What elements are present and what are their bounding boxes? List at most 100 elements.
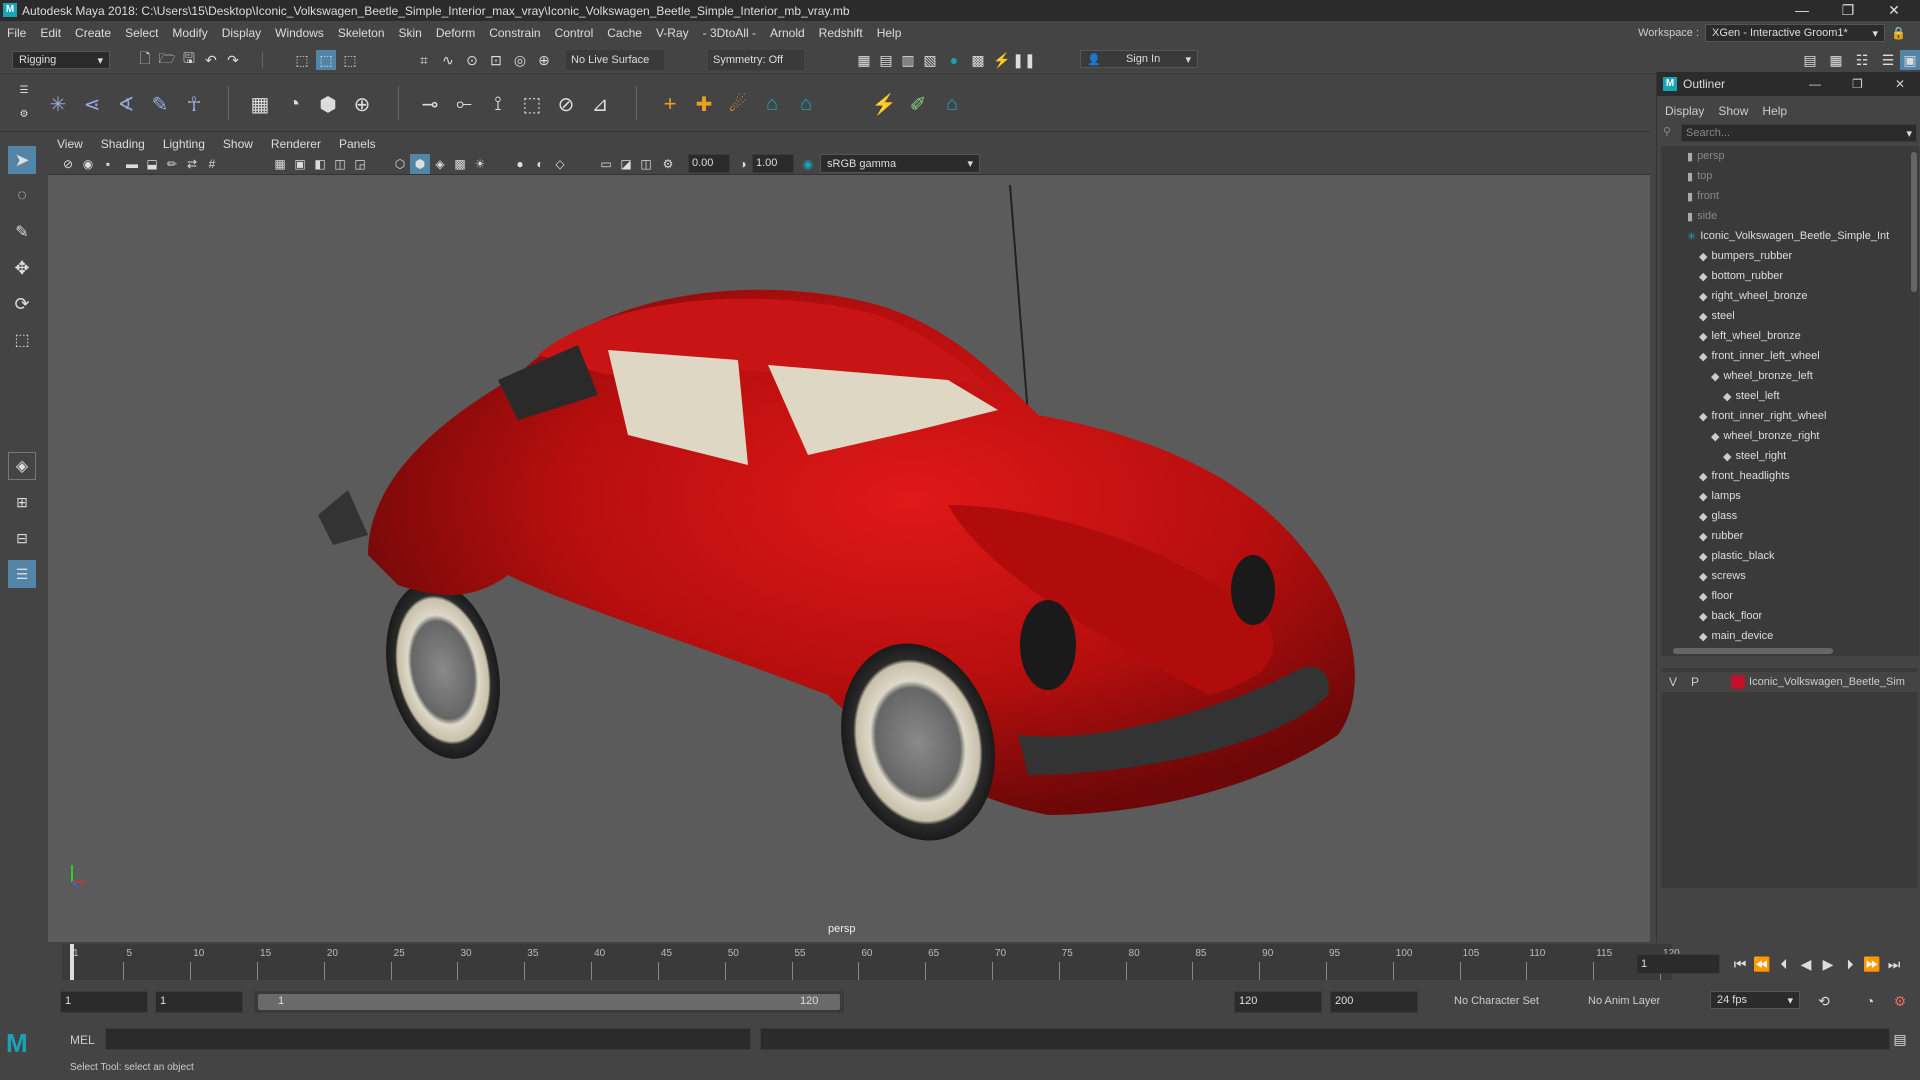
ik-handle-icon[interactable]: ⋖ xyxy=(82,94,102,116)
paint-select-icon[interactable]: ✎ xyxy=(8,218,36,246)
scale-tool-icon[interactable]: ⬚ xyxy=(8,326,36,354)
human-ik-icon[interactable]: ☄ xyxy=(728,94,748,116)
cluster-icon[interactable]: ✚ xyxy=(694,94,714,116)
panel-menu-renderer[interactable]: Renderer xyxy=(262,137,330,151)
color-space-dropdown[interactable]: sRGB gamma ▾ xyxy=(820,154,980,173)
outliner-item[interactable]: ◆ left_wheel_bronze xyxy=(1661,326,1909,346)
snap-view-icon[interactable]: ⊡ xyxy=(486,50,506,70)
outliner-scrollbar[interactable] xyxy=(1909,146,1919,646)
sync-icon[interactable]: ⇄ xyxy=(182,154,202,174)
step-forward-icon[interactable]: ⏩ xyxy=(1862,954,1882,974)
xray-joints-icon[interactable]: ◈ xyxy=(430,154,450,174)
outliner-item[interactable]: ▮ persp xyxy=(1661,146,1909,166)
outliner-item[interactable]: ◆ lamps xyxy=(1661,486,1909,506)
command-input[interactable] xyxy=(105,1028,751,1050)
modeling-toolkit-icon[interactable]: ▤ xyxy=(1800,50,1820,70)
channel-layers-icon[interactable]: ▣ xyxy=(1900,50,1920,70)
shelf-tabs-icon[interactable]: ⚙ xyxy=(14,104,34,124)
menu-select[interactable]: Select xyxy=(118,26,165,40)
loop-icon[interactable]: ⟲ xyxy=(1814,991,1834,1011)
menu-deform[interactable]: Deform xyxy=(429,26,482,40)
motion-blur-icon[interactable]: ◐ xyxy=(530,154,550,174)
panel-menu-shading[interactable]: Shading xyxy=(92,137,154,151)
field-chart-icon[interactable]: ◫ xyxy=(636,154,656,174)
outliner-item[interactable]: ◆ rubber xyxy=(1661,526,1909,546)
sign-in-button[interactable]: 👤 Sign In ▾ xyxy=(1080,50,1198,68)
open-scene-icon[interactable]: 🗁 xyxy=(157,50,177,70)
outliner-item[interactable]: ▮ top xyxy=(1661,166,1909,186)
current-frame-field[interactable]: 1 xyxy=(1636,954,1720,974)
outliner-item[interactable]: ◆ glass xyxy=(1661,506,1909,526)
close-button[interactable]: ✕ xyxy=(1871,0,1917,21)
outliner-h-scrollbar[interactable] xyxy=(1661,646,1919,656)
rotate-tool-icon[interactable]: ⟳ xyxy=(8,290,36,318)
outliner-item[interactable]: ✳ Iconic_Volkswagen_Beetle_Simple_Int xyxy=(1661,226,1909,246)
live-surface-field[interactable]: No Live Surface xyxy=(566,50,664,70)
outliner-item[interactable]: ▮ side xyxy=(1661,206,1909,226)
single-perspective-view-icon[interactable]: ◈ xyxy=(8,452,36,480)
select-camera-icon[interactable]: ⊘ xyxy=(58,154,78,174)
goto-start-icon[interactable]: ⏮ xyxy=(1730,954,1750,974)
smooth-shade-icon[interactable]: ▣ xyxy=(290,154,310,174)
gate-mask-icon[interactable]: ◪ xyxy=(616,154,636,174)
goto-end-icon[interactable]: ⏭ xyxy=(1884,954,1904,974)
render-settings-icon[interactable]: ▧ xyxy=(920,50,940,70)
2d-pan-zoom-icon[interactable]: ⬓ xyxy=(142,154,162,174)
workspace-dropdown[interactable]: XGen - Interactive Groom1* ▾ xyxy=(1705,24,1886,42)
constraint-aim-icon[interactable]: ⊘ xyxy=(556,94,576,116)
save-scene-icon[interactable]: 🖫 xyxy=(179,50,199,70)
move-tool-icon[interactable]: ✥ xyxy=(8,254,36,282)
gamma-field[interactable]: 1.00 xyxy=(752,154,794,173)
image-plane-icon[interactable]: ▬ xyxy=(122,154,142,174)
layer-color-swatch[interactable] xyxy=(1731,675,1746,689)
maximize-button[interactable]: ❐ xyxy=(1825,0,1871,21)
menu-skin[interactable]: Skin xyxy=(392,26,429,40)
auto-key-icon[interactable]: ◔ xyxy=(1860,991,1880,1011)
paint-tool-icon[interactable]: ✐ xyxy=(908,94,928,116)
outliner-item[interactable]: ◆ bumpers_rubber xyxy=(1661,246,1909,266)
resolution-gate-icon[interactable]: ▭ xyxy=(596,154,616,174)
outliner-item[interactable]: ▮ front xyxy=(1661,186,1909,206)
constraint-parent-icon[interactable]: ⊸ xyxy=(420,94,440,116)
outliner-item[interactable]: ◆ main_device xyxy=(1661,626,1909,646)
prev-key-icon[interactable]: ⏴ xyxy=(1774,954,1794,974)
layer-playback-toggle[interactable]: P xyxy=(1691,675,1699,689)
vray-ipr-icon[interactable]: ⚡ xyxy=(992,50,1012,70)
current-time-indicator[interactable] xyxy=(70,944,74,980)
menu-redshift[interactable]: Redshift xyxy=(812,26,870,40)
skin-weights-icon[interactable]: ✎ xyxy=(150,94,170,116)
viewport-canvas[interactable]: persp xyxy=(48,175,1650,942)
menu-help[interactable]: Help xyxy=(870,26,909,40)
outliner-item[interactable]: ◆ steel_left xyxy=(1661,386,1909,406)
grid-toggle-icon[interactable]: # xyxy=(202,154,222,174)
playback-end-field[interactable]: 120 xyxy=(1234,991,1322,1013)
lasso-tool-icon[interactable]: ◌ xyxy=(8,182,36,210)
outliner-layout-icon[interactable]: ☰ xyxy=(8,560,36,588)
pause-ipr-icon[interactable]: ❚❚ xyxy=(1012,50,1035,70)
select-component-icon[interactable]: ⬚ xyxy=(340,50,360,70)
layer-visibility-toggle[interactable]: V xyxy=(1669,675,1677,689)
antialias-icon[interactable]: ◇ xyxy=(550,154,570,174)
outliner-menu-display[interactable]: Display xyxy=(1665,104,1704,118)
character-set-dropdown[interactable]: No Character Set xyxy=(1454,995,1539,1007)
play-forward-icon[interactable]: ▶ xyxy=(1818,954,1838,974)
menu-create[interactable]: Create xyxy=(68,26,118,40)
outliner-item[interactable]: ◆ front_inner_right_wheel xyxy=(1661,406,1909,426)
panel-menu-lighting[interactable]: Lighting xyxy=(154,137,214,151)
gamma-icon[interactable]: ◑ xyxy=(733,154,753,174)
outliner-item[interactable]: ◆ floor xyxy=(1661,586,1909,606)
wrap-icon[interactable]: ⊕ xyxy=(352,94,372,116)
ssao-icon[interactable]: ● xyxy=(510,154,530,174)
paint-weights-icon[interactable]: ◔ xyxy=(284,93,304,115)
anim-layer-dropdown[interactable]: No Anim Layer xyxy=(1588,995,1660,1007)
layer-row[interactable]: V P Iconic_Volkswagen_Beetle_Sim xyxy=(1661,672,1917,692)
step-back-icon[interactable]: ⏪ xyxy=(1752,954,1772,974)
menu-modify[interactable]: Modify xyxy=(165,26,214,40)
symmetry-field[interactable]: Symmetry: Off xyxy=(708,50,804,70)
shelf-menu-icon[interactable]: ☰ xyxy=(14,80,34,100)
filter-icon[interactable]: ⚲ xyxy=(1663,125,1677,139)
select-hierarchy-icon[interactable]: ⬚ xyxy=(292,50,312,70)
close-button[interactable]: ✕ xyxy=(1895,77,1905,91)
play-back-icon[interactable]: ◀ xyxy=(1796,954,1816,974)
mash-icon-a[interactable]: ⌂ xyxy=(762,93,782,115)
